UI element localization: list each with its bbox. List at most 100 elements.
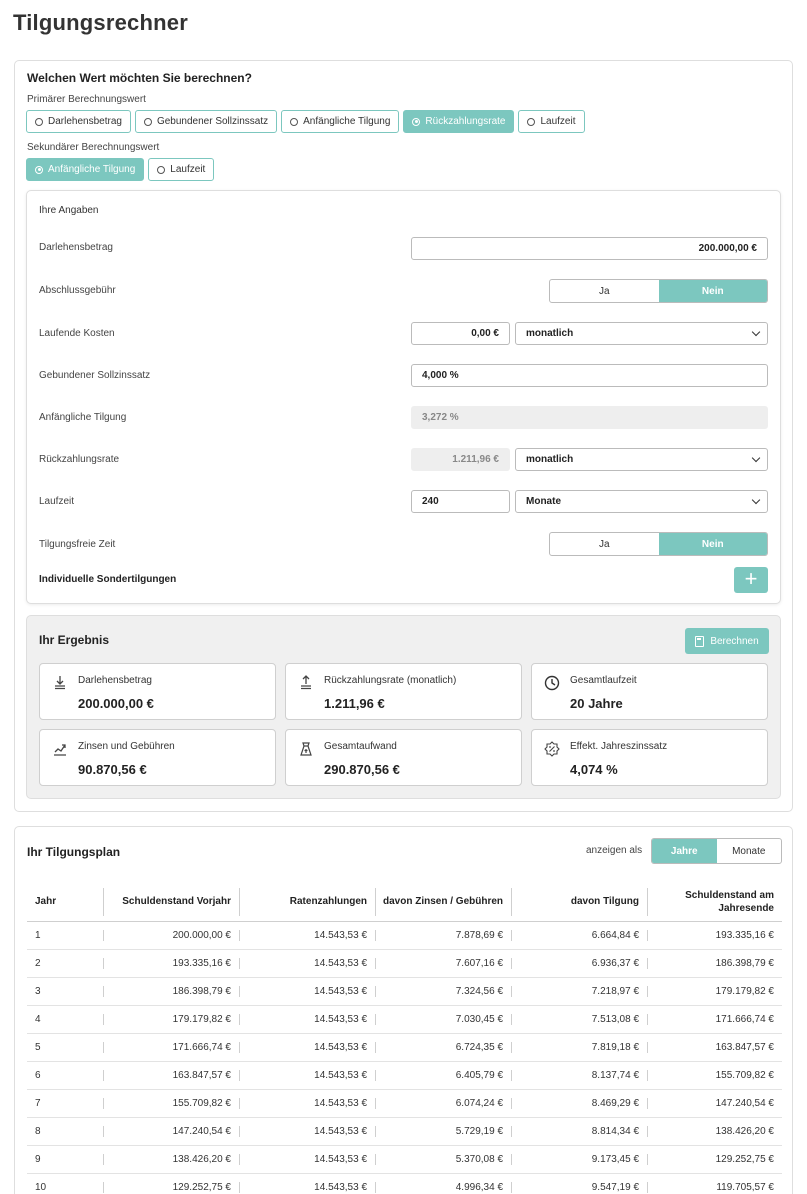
abschlussgebuehr-nein[interactable]: Nein (658, 280, 767, 302)
show-as-label: anzeigen als (586, 845, 643, 856)
laufende-kosten-input[interactable]: 0,00 € (411, 322, 510, 345)
column-header: Jahr (27, 883, 103, 922)
abschlussgebuehr-toggle: Ja Nein (549, 279, 768, 303)
repayment-rate-icon (301, 675, 311, 690)
plan-table-body: 1 200.000,00 €14.543,53 €7.878,69 €6.664,… (27, 921, 782, 1194)
table-cell: 129.252,75 € (103, 1173, 239, 1194)
table-cell: 155.709,82 € (647, 1061, 782, 1090)
result-gesamtlaufzeit: Gesamtlaufzeit 20 Jahre (531, 663, 768, 720)
view-monate[interactable]: Monate (717, 839, 782, 863)
table-row: 8 147.240,54 €14.543,53 €5.729,19 €8.814,… (27, 1117, 782, 1146)
primary-value-label: Primärer Berechnungswert (27, 94, 146, 105)
table-cell: 14.543,53 € (239, 1173, 375, 1194)
result-gesamtaufwand: Gesamtaufwand 290.870,56 € (285, 729, 522, 786)
radio-icon (143, 117, 152, 126)
clock-icon (544, 675, 560, 691)
plan-view-toggle: Jahre Monate (651, 838, 782, 864)
radio-icon (157, 165, 166, 174)
table-cell: 6.405,79 € (375, 1061, 511, 1090)
plan-heading: Ihr Tilgungsplan (27, 845, 121, 859)
table-row: 1 200.000,00 €14.543,53 €7.878,69 €6.664,… (27, 921, 782, 950)
calculator-card: Welchen Wert möchten Sie berechnen? Prim… (14, 60, 793, 812)
table-cell: 14.543,53 € (239, 1089, 375, 1118)
tilgungsfreie-zeit-ja[interactable]: Ja (550, 533, 659, 555)
table-cell: 6.936,37 € (511, 949, 647, 978)
table-cell: 8.137,74 € (511, 1061, 647, 1090)
table-cell: 9.547,19 € (511, 1173, 647, 1194)
table-cell: 147.240,54 € (103, 1117, 239, 1146)
calculate-button[interactable]: Berechnen (685, 628, 769, 654)
table-cell: 5 (27, 1033, 103, 1062)
sollzinssatz-input[interactable]: 4,000 % (411, 364, 768, 387)
table-cell: 7.218,97 € (511, 977, 647, 1006)
primary-option-laufzeit[interactable]: Laufzeit (518, 110, 585, 133)
radio-icon (35, 117, 43, 126)
table-cell: 6.664,84 € (511, 921, 647, 950)
column-header: Ratenzahlungen (239, 883, 375, 922)
total-cost-icon (300, 742, 312, 756)
table-cell: 4 (27, 1005, 103, 1034)
secondary-option-laufzeit[interactable]: Laufzeit (148, 158, 215, 181)
anfaengliche-tilgung-input: 3,272 % (411, 406, 768, 429)
percent-badge-icon (544, 741, 560, 757)
table-cell: 179.179,82 € (647, 977, 782, 1006)
secondary-option-anfaengliche-tilgung[interactable]: Anfängliche Tilgung (26, 158, 145, 181)
table-cell: 7 (27, 1089, 103, 1118)
column-header: Schuldenstand am Jahresende (647, 883, 782, 922)
interest-chart-icon (54, 744, 66, 756)
table-cell: 155.709,82 € (103, 1089, 239, 1118)
table-row: 10 129.252,75 €14.543,53 €4.996,34 €9.547… (27, 1173, 782, 1194)
table-row: 6 163.847,57 €14.543,53 €6.405,79 €8.137,… (27, 1061, 782, 1090)
laufzeit-label: Laufzeit (39, 496, 75, 507)
add-sondertilgung-button[interactable]: + (734, 567, 768, 593)
result-rueckzahlungsrate: Rückzahlungsrate (monatlich) 1.211,96 € (285, 663, 522, 720)
primary-option-sollzinssatz[interactable]: Gebundener Sollzinssatz (134, 110, 278, 133)
primary-option-darlehensbetrag[interactable]: Darlehensbetrag (26, 110, 131, 133)
table-cell: 9 (27, 1145, 103, 1174)
table-cell: 200.000,00 € (103, 921, 239, 950)
table-row: 4 179.179,82 €14.543,53 €7.030,45 €7.513,… (27, 1005, 782, 1034)
tilgungsfreie-zeit-toggle: Ja Nein (549, 532, 768, 556)
darlehensbetrag-input[interactable]: 200.000,00 € (411, 237, 768, 260)
table-row: 3 186.398,79 €14.543,53 €7.324,56 €7.218,… (27, 977, 782, 1006)
table-cell: 7.030,45 € (375, 1005, 511, 1034)
chevron-down-icon (751, 327, 761, 337)
tilgungsfreie-zeit-nein[interactable]: Nein (658, 533, 767, 555)
laufzeit-input[interactable]: 240 (411, 490, 510, 513)
table-cell: 119.705,57 € (647, 1173, 782, 1194)
rueckzahlungsrate-period-select[interactable]: monatlich (515, 448, 768, 471)
view-jahre[interactable]: Jahre (652, 839, 717, 863)
table-header-row: Jahr Schuldenstand Vorjahr Ratenzahlunge… (27, 883, 782, 922)
table-cell: 193.335,16 € (103, 949, 239, 978)
calculator-icon (695, 635, 705, 647)
table-cell: 9.173,45 € (511, 1145, 647, 1174)
table-cell: 186.398,79 € (647, 949, 782, 978)
table-cell: 1 (27, 921, 103, 950)
secondary-radio-group: Anfängliche Tilgung Laufzeit (26, 158, 215, 181)
primary-option-anfaengliche-tilgung[interactable]: Anfängliche Tilgung (281, 110, 400, 133)
table-cell: 7.607,16 € (375, 949, 511, 978)
table-cell: 14.543,53 € (239, 977, 375, 1006)
radio-selected-icon (412, 117, 421, 126)
table-cell: 129.252,75 € (647, 1145, 782, 1174)
table-cell: 6.074,24 € (375, 1089, 511, 1118)
inputs-card: Ihre Angaben Darlehensbetrag 200.000,00 … (26, 190, 781, 604)
anfaengliche-tilgung-label: Anfängliche Tilgung (39, 412, 127, 423)
table-cell: 14.543,53 € (239, 1033, 375, 1062)
laufzeit-unit-select[interactable]: Monate (515, 490, 768, 513)
rueckzahlungsrate-input: 1.211,96 € (411, 448, 510, 471)
rueckzahlungsrate-label: Rückzahlungsrate (39, 454, 120, 465)
laufende-kosten-period-select[interactable]: monatlich (515, 322, 768, 345)
table-cell: 10 (27, 1173, 103, 1194)
primary-option-rueckzahlungsrate[interactable]: Rückzahlungsrate (403, 110, 515, 133)
result-effektivzins: Effekt. Jahreszinssatz 4,074 % (531, 729, 768, 786)
table-row: 7 155.709,82 €14.543,53 €6.074,24 €8.469,… (27, 1089, 782, 1118)
column-header: Schuldenstand Vorjahr (103, 883, 239, 922)
calculation-question: Welchen Wert möchten Sie berechnen? (27, 71, 252, 85)
table-cell: 7.819,18 € (511, 1033, 647, 1062)
table-cell: 5.729,19 € (375, 1117, 511, 1146)
sondertilgungen-label: Individuelle Sondertilgungen (39, 574, 177, 585)
plan-table: Jahr Schuldenstand Vorjahr Ratenzahlunge… (27, 883, 782, 1194)
abschlussgebuehr-ja[interactable]: Ja (550, 280, 659, 302)
tilgungsplan-card: Ihr Tilgungsplan anzeigen als Jahre Mona… (14, 826, 793, 1194)
